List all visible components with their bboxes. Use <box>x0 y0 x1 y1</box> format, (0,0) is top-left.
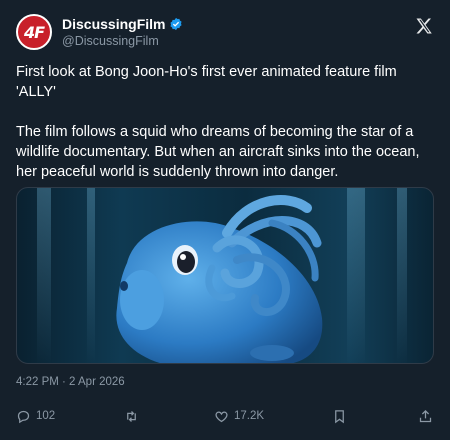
squid-illustration <box>37 188 407 363</box>
timestamp[interactable]: 4:22 PM · 2 Apr 2026 <box>16 376 125 388</box>
handle[interactable]: @DiscussingFilm <box>62 34 183 48</box>
bookmark-icon <box>335 409 344 423</box>
avatar-logo: 4F <box>23 22 45 42</box>
avatar[interactable]: 4F <box>16 14 52 50</box>
like-icon <box>215 410 228 422</box>
tweet-header: 4F DiscussingFilm @DiscussingFilm <box>16 14 434 54</box>
bookmark-button[interactable] <box>332 409 347 424</box>
tweet-text: First look at Bong Joon-Ho's first ever … <box>16 64 420 180</box>
author-block: DiscussingFilm @DiscussingFilm <box>62 16 183 48</box>
retweet-button[interactable] <box>124 409 144 424</box>
action-bar: 102 17.2K <box>16 405 434 427</box>
x-logo-icon[interactable] <box>414 16 434 36</box>
share-icon <box>419 409 432 422</box>
verified-badge-icon <box>169 17 183 31</box>
reply-count: 102 <box>36 410 56 422</box>
reply-icon <box>17 410 30 423</box>
like-count: 17.2K <box>234 410 265 422</box>
like-button[interactable]: 17.2K <box>214 409 264 424</box>
retweet-icon <box>127 410 136 422</box>
reply-button[interactable]: 102 <box>16 409 55 424</box>
display-name[interactable]: DiscussingFilm <box>62 16 165 32</box>
share-button[interactable] <box>418 409 433 424</box>
tweet-image[interactable] <box>16 187 434 364</box>
